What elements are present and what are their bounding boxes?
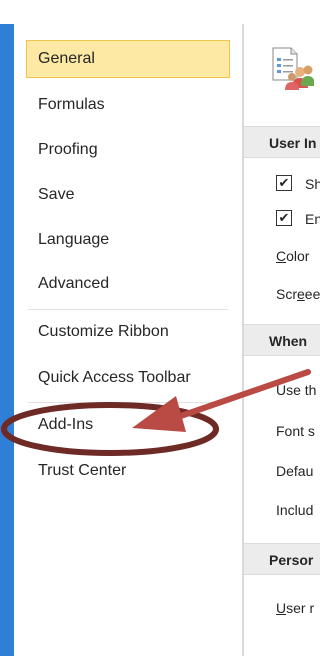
sidebar-item-general[interactable]: General bbox=[26, 40, 230, 78]
section-header-personalize: Persor bbox=[244, 543, 320, 575]
sidebar-item-trust-center[interactable]: Trust Center bbox=[26, 452, 230, 490]
checkbox-checked[interactable]: ✔ bbox=[276, 210, 292, 226]
section-header-user-interface: User In bbox=[244, 126, 320, 158]
options-general-icon bbox=[270, 44, 315, 95]
user-name-label: User r bbox=[276, 600, 315, 616]
default-view-label: Defau bbox=[276, 463, 314, 479]
sidebar-item-language[interactable]: Language bbox=[26, 221, 230, 259]
sidebar-divider bbox=[28, 309, 228, 310]
checkbox-checked[interactable]: ✔ bbox=[276, 175, 292, 191]
color-scheme-label: Color bbox=[276, 248, 310, 264]
sidebar-item-customize-ribbon[interactable]: Customize Ribbon bbox=[26, 313, 230, 351]
font-size-label: Font s bbox=[276, 423, 315, 439]
screentip-style-label: Screeen bbox=[276, 286, 320, 302]
sidebar-item-advanced[interactable]: Advanced bbox=[26, 265, 230, 303]
options-content-pane: User In ✔ Sh ✔ En Color Screeen When Use… bbox=[243, 24, 320, 656]
section-header-new-workbooks: When bbox=[244, 324, 320, 356]
sidebar-divider bbox=[28, 402, 228, 403]
sidebar-item-save[interactable]: Save bbox=[26, 176, 230, 214]
sidebar-item-add-ins[interactable]: Add-Ins bbox=[26, 406, 230, 444]
sidebar-item-proofing[interactable]: Proofing bbox=[26, 131, 230, 169]
checkbox-label: Sh bbox=[305, 176, 320, 192]
include-sheets-label: Includ bbox=[276, 502, 314, 518]
use-font-label: Use th bbox=[276, 382, 317, 398]
sidebar-item-formulas[interactable]: Formulas bbox=[26, 86, 230, 124]
checkbox-label: En bbox=[305, 211, 320, 227]
sidebar-item-quick-access-toolbar[interactable]: Quick Access Toolbar bbox=[26, 359, 230, 397]
excel-options-dialog: General Formulas Proofing Save Language … bbox=[0, 0, 320, 656]
top-margin bbox=[0, 0, 320, 24]
window-border bbox=[0, 24, 14, 656]
options-sidebar: General Formulas Proofing Save Language … bbox=[14, 24, 243, 656]
